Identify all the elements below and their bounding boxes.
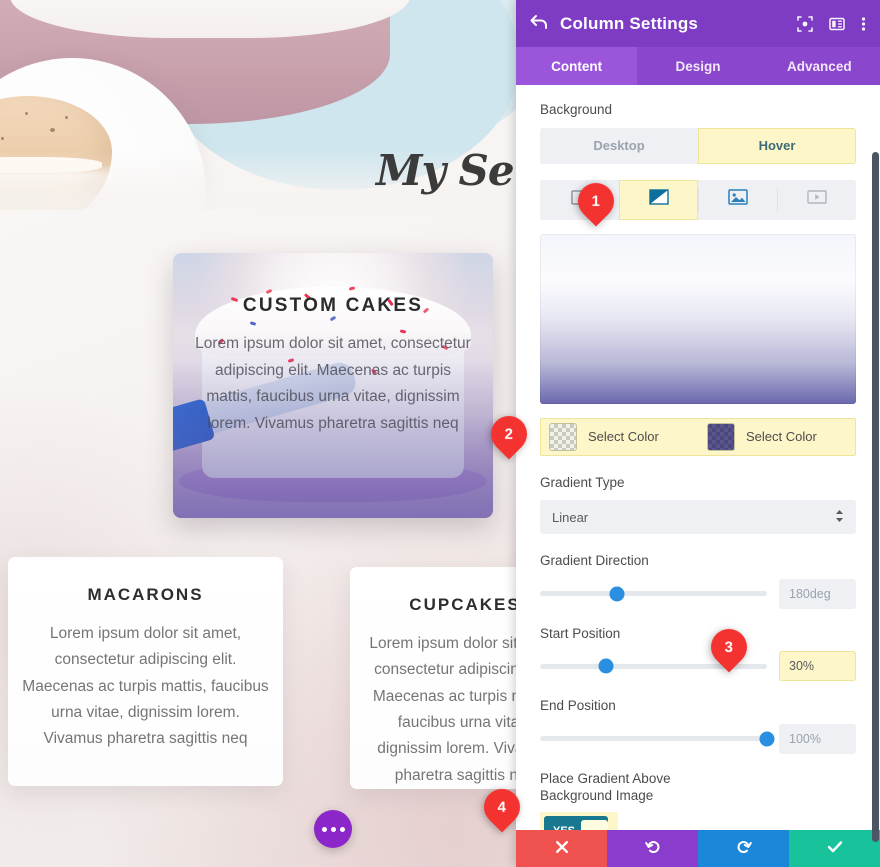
redo-icon	[736, 839, 752, 859]
dot-icon	[339, 826, 345, 832]
tab-design[interactable]: Design	[637, 47, 758, 85]
start-position-label: Start Position	[540, 625, 621, 641]
background-image-tab[interactable]	[698, 180, 777, 220]
gradient-color-stop-2[interactable]: Select Color	[698, 418, 856, 456]
gradient-color-stops: Select Color Select Color	[540, 417, 856, 456]
dot-icon	[330, 826, 336, 832]
end-position-track[interactable]	[540, 731, 775, 747]
background-video-tab[interactable]	[777, 180, 856, 220]
start-position-knob[interactable]	[598, 658, 614, 674]
undo-button[interactable]	[607, 830, 698, 867]
close-icon	[555, 840, 569, 858]
tab-advanced[interactable]: Advanced	[759, 47, 880, 85]
screen: My Se CUSTOM CAKES Lorem ipsum dolor sit…	[0, 0, 880, 867]
gradient-type-select[interactable]: Linear	[540, 500, 856, 535]
panel-body: Background Desktop Hover Select Color Se…	[516, 85, 880, 830]
panel-footer	[516, 830, 880, 867]
end-position-knob[interactable]	[759, 731, 775, 747]
toggle-value: YES	[544, 825, 581, 830]
gradient-type-value: Linear	[552, 509, 589, 525]
panel-scrollbar[interactable]	[872, 152, 879, 842]
save-button[interactable]	[789, 830, 880, 867]
place-gradient-toggle-wrap: YES	[540, 811, 618, 830]
panel-tabs: Content Design Advanced	[516, 47, 880, 85]
panel-header: Column Settings	[516, 0, 880, 47]
panel-title: Column Settings	[560, 13, 699, 33]
video-icon	[806, 189, 827, 210]
color-swatch-transparent-icon	[550, 423, 576, 450]
focus-icon[interactable]	[797, 15, 813, 32]
card-custom-cakes[interactable]: CUSTOM CAKES Lorem ipsum dolor sit amet,…	[173, 253, 493, 518]
select-color-label: Select Color	[746, 429, 817, 445]
toggle-knob	[581, 819, 608, 830]
card-heading: MACARONS	[87, 585, 204, 604]
gradient-direction-slider-row: 180deg	[540, 578, 856, 609]
end-position-slider-row: 100%	[540, 723, 856, 754]
more-vertical-icon[interactable]	[861, 16, 866, 32]
gradient-direction-value[interactable]: 180deg	[779, 578, 856, 609]
start-position-value[interactable]: 30%	[779, 651, 856, 682]
dot-icon	[321, 826, 327, 832]
background-state-toggle: Desktop Hover	[540, 127, 856, 164]
place-gradient-toggle[interactable]: YES	[544, 815, 608, 830]
gradient-color-stop-1[interactable]: Select Color	[540, 418, 698, 456]
undo-icon	[644, 839, 661, 859]
end-position-value[interactable]: 100%	[779, 723, 856, 754]
back-arrow-icon[interactable]	[530, 14, 548, 33]
end-position-label: End Position	[540, 698, 616, 714]
card-heading: CUSTOM CAKES	[242, 295, 424, 316]
card-macarons[interactable]: MACARONS Lorem ipsum dolor sit amet, con…	[8, 557, 283, 786]
card-text: CUSTOM CAKES Lorem ipsum dolor sit amet,…	[173, 253, 493, 518]
gradient-icon	[648, 189, 669, 210]
state-hover[interactable]: Hover	[698, 127, 856, 164]
select-color-label: Select Color	[588, 429, 659, 445]
page-title: My Se	[376, 146, 515, 195]
image-icon	[727, 189, 748, 210]
more-options-button[interactable]	[314, 810, 352, 848]
website-preview: My Se CUSTOM CAKES Lorem ipsum dolor sit…	[0, 0, 516, 867]
layout-icon[interactable]	[829, 16, 845, 32]
card-body: Lorem ipsum dolor sit amet, consectetur …	[369, 635, 516, 784]
color-swatch-purple-icon	[708, 423, 734, 450]
background-gradient-tab[interactable]	[619, 179, 698, 220]
card-body: Lorem ipsum dolor sit amet, consectetur …	[195, 335, 471, 432]
gradient-type-label: Gradient Type	[540, 474, 625, 490]
start-position-slider-row: 30%	[540, 651, 856, 682]
column-settings-panel: Column Settings Content Design Advanced …	[516, 0, 880, 867]
tab-content[interactable]: Content	[516, 47, 638, 85]
gradient-direction-track[interactable]	[540, 586, 767, 602]
card-body: Lorem ipsum dolor sit amet, consectetur …	[22, 625, 269, 748]
place-gradient-label: Place Gradient Above Background Image	[540, 770, 671, 804]
gradient-direction-label: Gradient Direction	[540, 553, 649, 569]
cancel-button[interactable]	[516, 830, 607, 867]
chevron-updown-icon	[835, 509, 844, 526]
check-icon	[827, 840, 843, 858]
redo-button[interactable]	[698, 830, 789, 867]
gradient-preview	[540, 233, 856, 404]
card-heading: CUPCAKES	[409, 595, 516, 614]
gradient-direction-knob[interactable]	[609, 586, 625, 602]
panel-header-actions	[797, 15, 866, 32]
card-cupcakes[interactable]: CUPCAKES Lorem ipsum dolor sit amet, con…	[350, 567, 516, 789]
background-section-label: Background	[540, 102, 613, 117]
state-desktop[interactable]: Desktop	[540, 128, 698, 164]
